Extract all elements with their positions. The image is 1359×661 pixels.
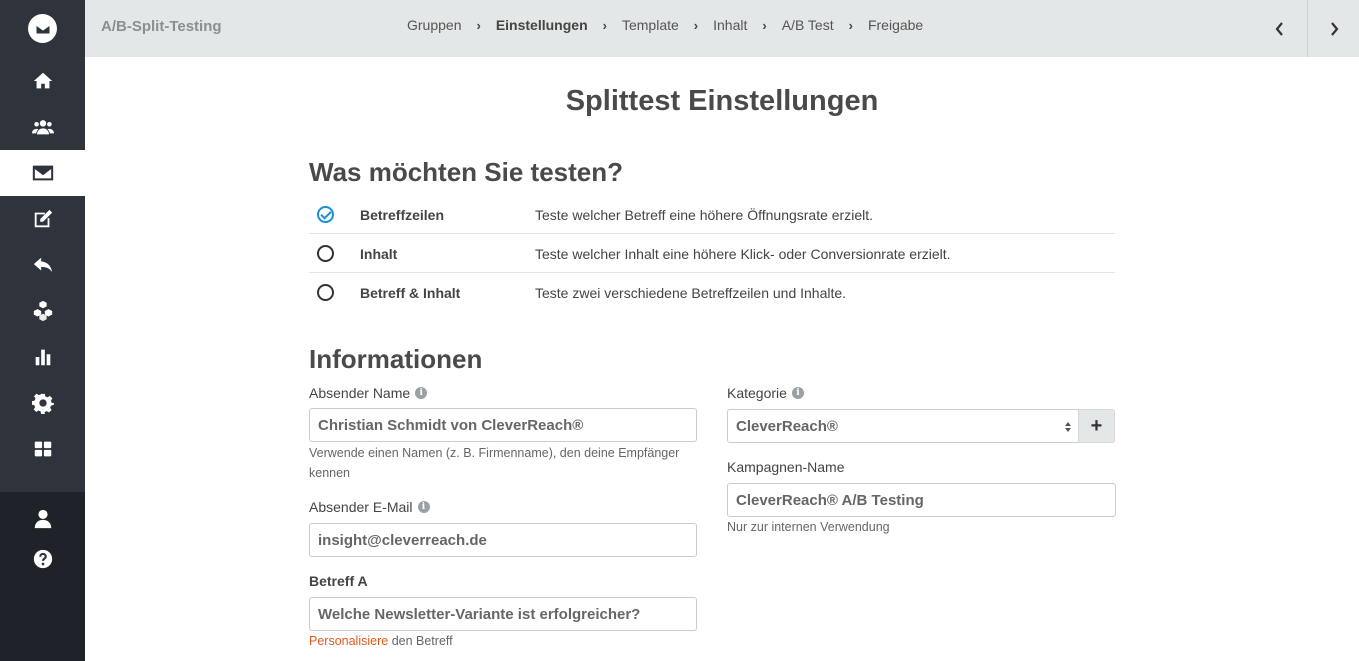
users-icon bbox=[31, 120, 54, 135]
option-name: Betreff & Inhalt bbox=[360, 285, 461, 301]
step-inhalt[interactable]: Inhalt bbox=[713, 17, 747, 33]
chevron-right-icon: › bbox=[476, 17, 481, 33]
sidebar-item-help[interactable] bbox=[0, 536, 85, 582]
chevron-left-icon bbox=[1275, 21, 1283, 36]
sidebar-item-mailings[interactable] bbox=[0, 150, 85, 196]
logo-icon[interactable] bbox=[28, 14, 57, 43]
sender-name-input[interactable]: Christian Schmidt von CleverReach® bbox=[309, 408, 697, 442]
category-selected-value: CleverReach® bbox=[736, 417, 838, 435]
sender-email-input[interactable]: insight@cleverreach.de bbox=[309, 523, 697, 557]
chevron-right-icon: › bbox=[848, 17, 853, 33]
option-inhalt[interactable]: Inhalt Teste welcher Inhalt eine höhere … bbox=[309, 234, 1115, 273]
sender-name-label: Absender Name i bbox=[309, 385, 428, 401]
sidebar-item-users[interactable] bbox=[0, 104, 85, 150]
radio-icon[interactable] bbox=[317, 284, 334, 301]
option-name: Inhalt bbox=[360, 246, 398, 262]
envelope-icon bbox=[32, 165, 53, 181]
edit-icon bbox=[34, 209, 52, 228]
option-description: Teste welcher Betreff eine höhere Öffnun… bbox=[535, 207, 874, 223]
sender-email-label-text: Absender E-Mail bbox=[309, 499, 413, 515]
step-gruppen[interactable]: Gruppen bbox=[407, 17, 461, 33]
add-category-button[interactable]: + bbox=[1078, 409, 1115, 443]
sender-name-help: Verwende einen Namen (z. B. Firmenname),… bbox=[309, 446, 680, 480]
option-description: Teste welcher Inhalt eine höhere Klick- … bbox=[535, 246, 951, 262]
sidebar-item-modules[interactable] bbox=[0, 288, 85, 334]
subject-a-help-text: den Betreff bbox=[388, 634, 453, 648]
info-heading: Informationen bbox=[309, 344, 483, 374]
user-icon bbox=[34, 509, 51, 529]
step-einstellungen[interactable]: Einstellungen bbox=[496, 17, 588, 33]
category-label: Kategorie i bbox=[727, 385, 804, 401]
campaign-name-help: Nur zur internen Verwendung bbox=[727, 520, 890, 534]
option-betreff-inhalt[interactable]: Betreff & Inhalt Teste zwei verschiedene… bbox=[309, 273, 1115, 312]
gear-icon bbox=[31, 393, 54, 414]
category-select[interactable]: CleverReach® bbox=[727, 409, 1079, 443]
step-freigabe[interactable]: Freigabe bbox=[868, 17, 923, 33]
bar-chart-icon bbox=[35, 349, 50, 366]
sidebar bbox=[0, 0, 85, 661]
info-icon[interactable]: i bbox=[415, 387, 428, 399]
chevron-right-icon: › bbox=[602, 17, 607, 33]
campaign-name-label: Kampagnen-Name bbox=[727, 459, 845, 475]
reply-icon bbox=[33, 257, 52, 273]
radio-checked-icon[interactable] bbox=[317, 206, 334, 223]
sidebar-item-apps[interactable] bbox=[0, 426, 85, 472]
step-template[interactable]: Template bbox=[622, 17, 679, 33]
sender-email-label: Absender E-Mail i bbox=[309, 499, 430, 515]
info-icon[interactable]: i bbox=[791, 387, 804, 399]
test-options: Betreffzeilen Teste welcher Betreff eine… bbox=[309, 195, 1115, 312]
subject-a-input[interactable]: Welche Newsletter-Variante ist erfolgrei… bbox=[309, 597, 697, 631]
wizard-steps: Gruppen › Einstellungen › Template › Inh… bbox=[407, 17, 923, 33]
cubes-icon bbox=[33, 300, 52, 322]
grid-icon bbox=[34, 441, 51, 457]
previous-step-button[interactable] bbox=[1254, 0, 1306, 57]
next-step-button[interactable] bbox=[1307, 0, 1359, 57]
step-ab-test[interactable]: A/B Test bbox=[782, 17, 834, 33]
help-icon bbox=[33, 549, 52, 569]
sidebar-item-editor[interactable] bbox=[0, 196, 85, 242]
sidebar-item-home[interactable] bbox=[0, 58, 85, 104]
test-heading: Was möchten Sie testen? bbox=[309, 157, 623, 187]
home-icon bbox=[33, 72, 52, 89]
subject-a-label: Betreff A bbox=[309, 573, 368, 589]
top-bar: A/B-Split-Testing Gruppen › Einstellunge… bbox=[85, 0, 1359, 57]
sidebar-item-autoresponder[interactable] bbox=[0, 242, 85, 288]
info-icon[interactable]: i bbox=[417, 501, 430, 513]
select-arrows-icon bbox=[1065, 422, 1071, 432]
subject-a-help: Personalisiere den Betreff bbox=[309, 631, 453, 651]
sidebar-item-reports[interactable] bbox=[0, 334, 85, 380]
page-title: Splittest Einstellungen bbox=[565, 85, 879, 117]
option-name: Betreffzeilen bbox=[360, 207, 445, 223]
sidebar-item-settings[interactable] bbox=[0, 380, 85, 426]
sender-name-label-text: Absender Name bbox=[309, 385, 411, 401]
chevron-right-icon: › bbox=[693, 17, 699, 33]
chevron-right-icon bbox=[1330, 21, 1338, 36]
option-description: Teste zwei verschiedene Betreffzeilen un… bbox=[535, 285, 847, 301]
chevron-right-icon: › bbox=[762, 17, 767, 33]
main-content: Splittest Einstellungen Was möchten Sie … bbox=[85, 57, 1359, 661]
campaign-name-input[interactable]: CleverReach® A/B Testing bbox=[727, 483, 1116, 517]
option-betreffzeilen[interactable]: Betreffzeilen Teste welcher Betreff eine… bbox=[309, 195, 1115, 234]
category-label-text: Kategorie bbox=[727, 385, 787, 401]
app-title: A/B-Split-Testing bbox=[101, 18, 222, 35]
personalize-link[interactable]: Personalisiere bbox=[309, 634, 388, 648]
radio-icon[interactable] bbox=[317, 245, 334, 262]
